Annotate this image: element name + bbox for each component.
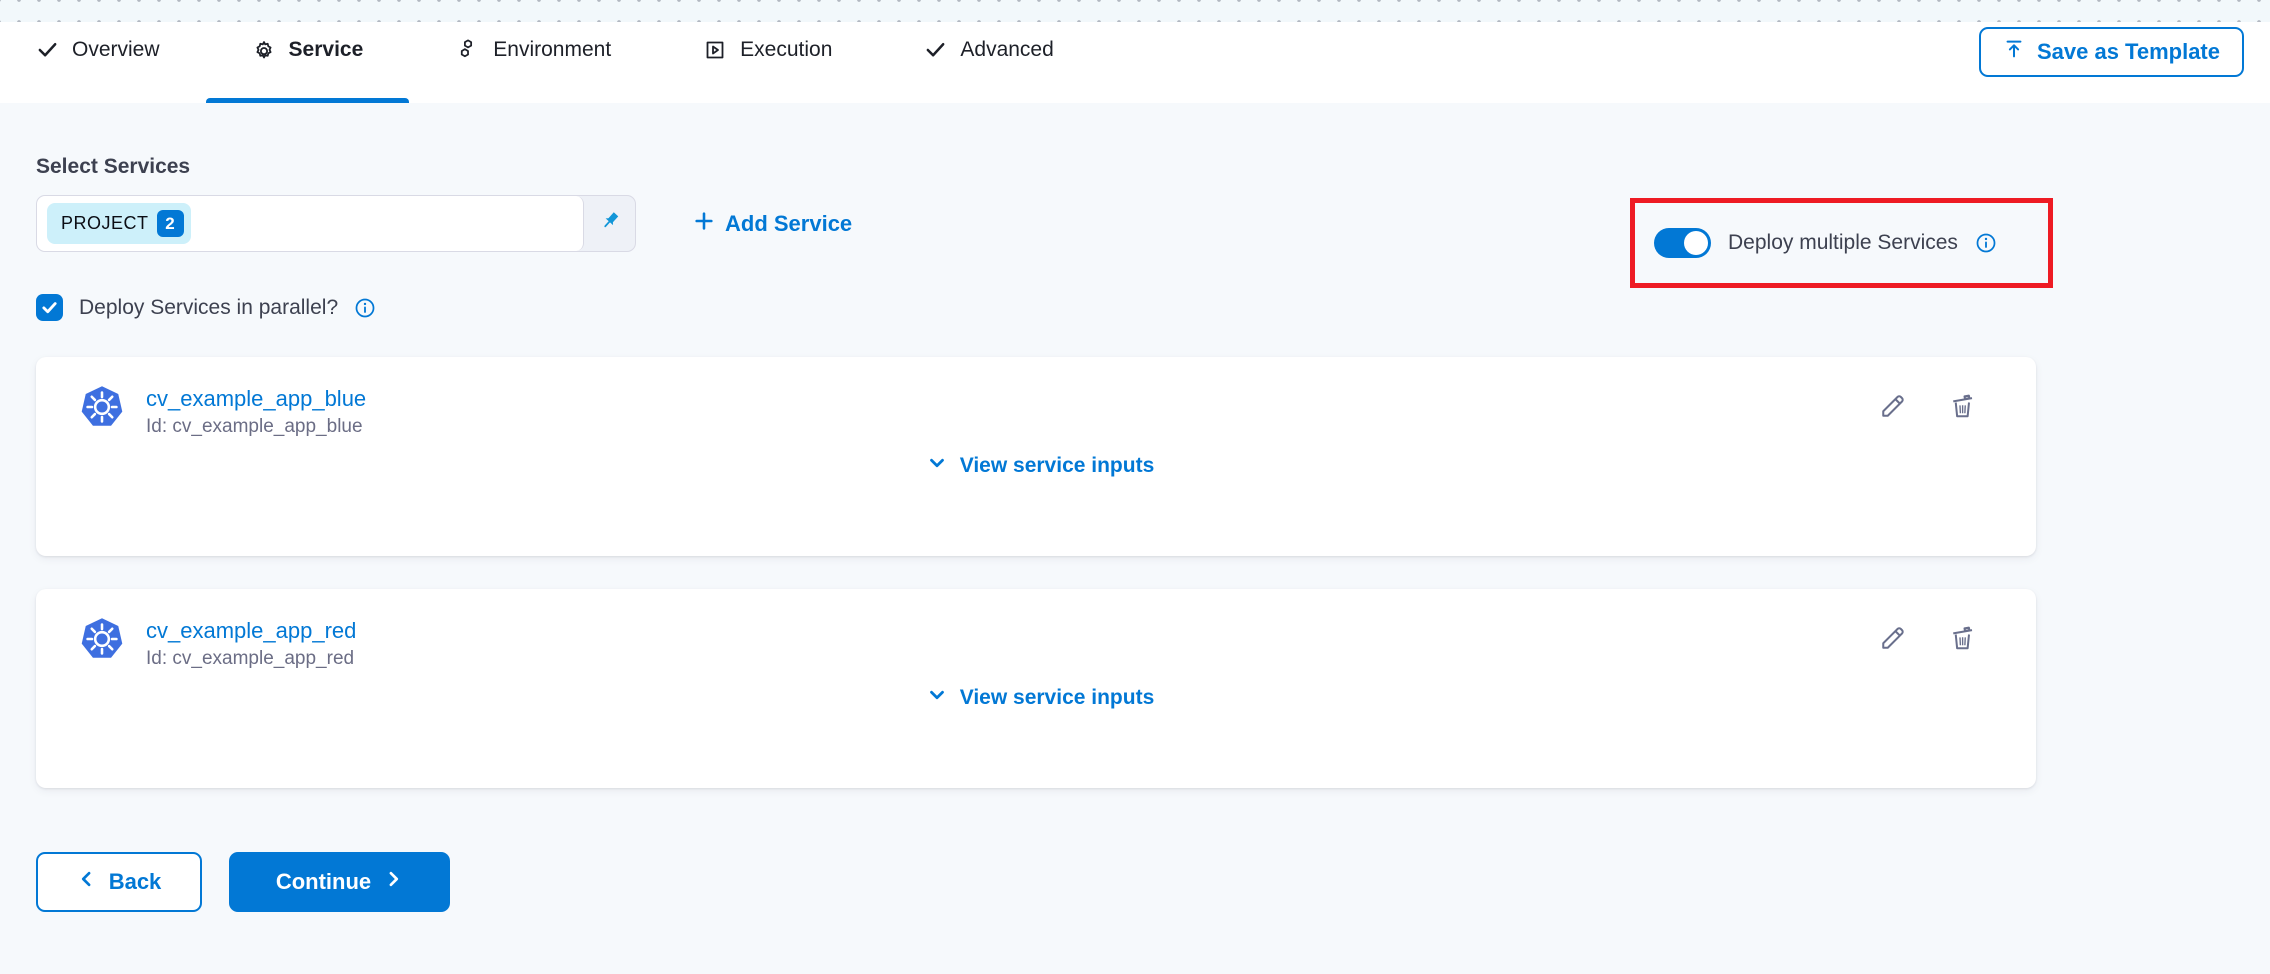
- chevron-right-icon: [383, 869, 403, 895]
- tab-service[interactable]: Service: [206, 22, 410, 103]
- service-card-header: cv_example_app_red Id: cv_example_app_re…: [80, 617, 2000, 670]
- service-name-link[interactable]: cv_example_app_blue: [146, 385, 366, 413]
- execution-play-icon: [703, 38, 727, 62]
- delete-service-button[interactable]: [1948, 391, 1978, 421]
- plus-icon: [693, 210, 715, 238]
- chevron-left-icon: [77, 869, 97, 895]
- continue-button[interactable]: Continue: [229, 852, 450, 912]
- check-icon: [924, 38, 947, 61]
- pipeline-stage-page: Overview Service Environment Execution: [0, 0, 2270, 974]
- kubernetes-icon: [80, 617, 124, 666]
- tab-label: Service: [289, 38, 364, 62]
- view-service-inputs-button[interactable]: View service inputs: [80, 452, 2000, 480]
- environment-hexagons-icon: [455, 37, 480, 62]
- stage-tabbar: Overview Service Environment Execution: [0, 22, 2270, 103]
- save-as-template-button[interactable]: Save as Template: [1979, 27, 2244, 77]
- wizard-footer: Back Continue: [36, 852, 2270, 912]
- chevron-down-icon: [926, 452, 948, 480]
- service-card-header: cv_example_app_blue Id: cv_example_app_b…: [80, 385, 2000, 438]
- service-identity: cv_example_app_red Id: cv_example_app_re…: [146, 617, 356, 670]
- back-button[interactable]: Back: [36, 852, 202, 912]
- kubernetes-icon: [80, 385, 124, 434]
- deploy-multiple-services-toggle[interactable]: [1654, 228, 1711, 258]
- annotation-red-box: Deploy multiple Services: [1630, 198, 2053, 288]
- service-card-actions: [1878, 623, 2000, 653]
- save-as-template-label: Save as Template: [2037, 39, 2220, 65]
- edit-service-button[interactable]: [1878, 623, 1908, 653]
- select-services-label: Select Services: [36, 155, 2270, 179]
- service-id: Id: cv_example_app_blue: [146, 416, 366, 438]
- tab-label: Overview: [72, 38, 160, 62]
- tab-list: Overview Service Environment Execution: [0, 22, 1100, 103]
- add-service-label: Add Service: [725, 211, 852, 237]
- tab-execution[interactable]: Execution: [657, 22, 878, 103]
- multiselect-field[interactable]: PROJECT 2: [37, 196, 584, 251]
- service-name-link[interactable]: cv_example_app_red: [146, 617, 356, 645]
- pin-icon: [598, 209, 622, 238]
- parallel-checkbox-row: Deploy Services in parallel?: [36, 294, 2270, 321]
- view-service-inputs-label: View service inputs: [960, 686, 1155, 710]
- deploy-parallel-label: Deploy Services in parallel?: [79, 296, 338, 320]
- tab-label: Environment: [493, 38, 611, 62]
- service-tab-content: Select Services PROJECT 2: [0, 103, 2270, 974]
- tab-label: Execution: [740, 38, 832, 62]
- service-id: Id: cv_example_app_red: [146, 648, 356, 670]
- service-identity: cv_example_app_blue Id: cv_example_app_b…: [146, 385, 366, 438]
- deploy-multiple-services-label: Deploy multiple Services: [1728, 231, 1958, 255]
- check-icon: [36, 38, 59, 61]
- edit-service-button[interactable]: [1878, 391, 1908, 421]
- view-service-inputs-button[interactable]: View service inputs: [80, 684, 2000, 712]
- gear-icon: [252, 38, 276, 62]
- tab-overview[interactable]: Overview: [0, 22, 206, 103]
- add-service-button[interactable]: Add Service: [693, 210, 852, 238]
- view-service-inputs-label: View service inputs: [960, 454, 1155, 478]
- tab-label: Advanced: [960, 38, 1053, 62]
- pin-button[interactable]: [584, 196, 635, 251]
- dotted-background-strip: [0, 0, 2270, 22]
- info-icon[interactable]: [1975, 232, 1997, 254]
- chevron-down-icon: [926, 684, 948, 712]
- continue-label: Continue: [276, 869, 371, 895]
- chip-count-badge: 2: [157, 210, 184, 237]
- service-card: cv_example_app_blue Id: cv_example_app_b…: [36, 357, 2036, 556]
- service-card: cv_example_app_red Id: cv_example_app_re…: [36, 589, 2036, 788]
- toggle-knob: [1684, 231, 1708, 255]
- chip-label: PROJECT: [61, 213, 149, 234]
- upload-icon: [2003, 38, 2025, 66]
- tab-environment[interactable]: Environment: [409, 22, 657, 103]
- info-icon[interactable]: [354, 297, 376, 319]
- delete-service-button[interactable]: [1948, 623, 1978, 653]
- tab-advanced[interactable]: Advanced: [878, 22, 1099, 103]
- back-label: Back: [109, 869, 162, 895]
- services-multiselect-input[interactable]: PROJECT 2: [36, 195, 636, 252]
- service-card-actions: [1878, 391, 2000, 421]
- project-scope-chip[interactable]: PROJECT 2: [47, 203, 191, 244]
- deploy-parallel-checkbox[interactable]: [36, 294, 63, 321]
